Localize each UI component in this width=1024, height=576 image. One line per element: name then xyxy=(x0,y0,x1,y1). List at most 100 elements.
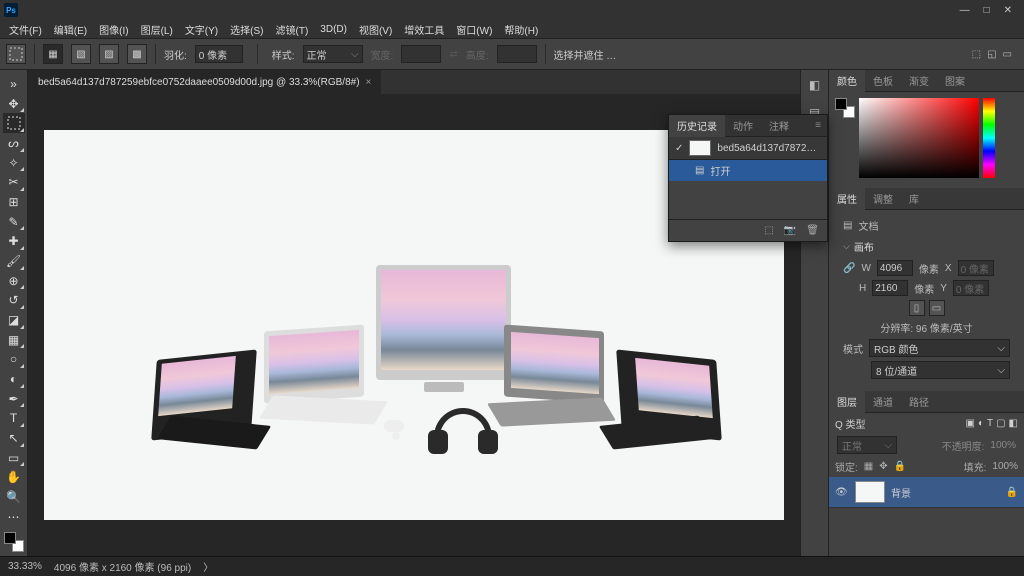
resolution-label: 分辨率: 96 像素/英寸 xyxy=(880,320,972,335)
tab-channels[interactable]: 通道 xyxy=(865,391,901,413)
marquee-tool[interactable] xyxy=(3,113,25,133)
menu-select[interactable]: 选择(S) xyxy=(225,22,268,37)
filter-smart-icon[interactable]: ◧ xyxy=(1009,418,1018,429)
lasso-tool[interactable]: ᔕ xyxy=(3,133,25,153)
hand-tool[interactable]: ✋ xyxy=(3,467,25,487)
x-label: X xyxy=(945,263,952,274)
document-tab[interactable]: bed5a64d137d787259ebfce0752daaee0509d00d… xyxy=(28,70,381,94)
menu-view[interactable]: 视图(V) xyxy=(354,22,397,37)
tab-libraries[interactable]: 库 xyxy=(901,188,927,210)
panel-menu-icon[interactable]: ≡ xyxy=(809,120,827,131)
hue-strip[interactable] xyxy=(983,98,995,178)
eyedropper-tool[interactable]: ✎ xyxy=(3,212,25,232)
layer-row[interactable]: 👁 背景 🔒 xyxy=(829,477,1024,508)
history-source[interactable]: ✓ bed5a64d137d787259ebfce07... xyxy=(669,137,827,160)
brush-tool[interactable]: 🖌 xyxy=(3,251,25,271)
wand-tool[interactable]: ✧ xyxy=(3,153,25,173)
lock-position-icon[interactable]: ✥ xyxy=(879,461,887,472)
workspace-icon[interactable]: ▭ xyxy=(1003,49,1012,60)
delete-state-icon[interactable]: 🗑 xyxy=(806,225,819,236)
frame-tool[interactable]: ⊞ xyxy=(3,192,25,212)
lock-pixels-icon[interactable]: ▦ xyxy=(864,461,873,472)
history-panel[interactable]: 历史记录 动作 注释 ≡ ✓ bed5a64d137d787259ebfce07… xyxy=(668,114,828,242)
shape-tool[interactable]: ▭ xyxy=(3,448,25,468)
select-mask-button[interactable]: 选择并遮住 … xyxy=(554,47,617,62)
type-tool[interactable]: T xyxy=(3,408,25,428)
pen-tool[interactable]: ✒ xyxy=(3,389,25,409)
height-value[interactable] xyxy=(872,280,908,296)
dodge-tool[interactable]: ◐ xyxy=(3,369,25,389)
tab-gradients[interactable]: 渐变 xyxy=(901,70,937,92)
filter-adjust-icon[interactable]: ◐ xyxy=(978,418,984,429)
menu-window[interactable]: 窗口(W) xyxy=(451,22,497,37)
share-icon[interactable]: ◱ xyxy=(987,49,996,60)
subtract-selection-icon[interactable]: ▨ xyxy=(99,44,119,64)
history-step[interactable]: ▤ 打开 xyxy=(669,160,827,181)
search-icon[interactable]: ⬚ xyxy=(972,49,981,60)
crop-tool[interactable]: ✂ xyxy=(3,172,25,192)
tab-properties[interactable]: 属性 xyxy=(829,188,865,210)
menu-edit[interactable]: 编辑(E) xyxy=(49,22,92,37)
menu-help[interactable]: 帮助(H) xyxy=(499,22,543,37)
stamp-tool[interactable]: ⊕ xyxy=(3,271,25,291)
collapsed-panel-icon-1[interactable]: ◧ xyxy=(806,76,824,94)
color-picker[interactable] xyxy=(829,92,1024,184)
tab-color[interactable]: 颜色 xyxy=(829,70,865,92)
mode-dropdown[interactable]: RGB 颜色⌵ xyxy=(869,339,1010,357)
style-dropdown[interactable]: 正常⌵ xyxy=(303,45,363,63)
tab-paths[interactable]: 路径 xyxy=(901,391,937,413)
color-swatches[interactable] xyxy=(4,532,24,552)
opacity-label: 不透明度: xyxy=(942,438,985,453)
width-value[interactable] xyxy=(877,260,913,276)
layer-name[interactable]: 背景 xyxy=(891,485,911,500)
link-icon[interactable]: 🔗 xyxy=(843,263,855,274)
tab-notes[interactable]: 注释 xyxy=(761,115,797,137)
gradient-tool[interactable]: ▦ xyxy=(3,330,25,350)
zoom-level[interactable]: 33.33% xyxy=(8,561,42,572)
tab-actions[interactable]: 动作 xyxy=(725,115,761,137)
tab-patterns[interactable]: 图案 xyxy=(937,70,973,92)
menu-3d[interactable]: 3D(D) xyxy=(315,24,352,35)
menu-image[interactable]: 图像(I) xyxy=(94,22,133,37)
visibility-icon[interactable]: 👁 xyxy=(835,487,849,498)
tab-adjustments[interactable]: 调整 xyxy=(865,188,901,210)
snapshot-icon[interactable]: 📷 xyxy=(784,225,796,236)
landscape-icon[interactable]: ▭ xyxy=(929,300,945,316)
eraser-tool[interactable]: ◪ xyxy=(3,310,25,330)
tab-history[interactable]: 历史记录 xyxy=(669,115,725,137)
filter-pixel-icon[interactable]: ▣ xyxy=(965,418,974,429)
move-tool[interactable]: ✥ xyxy=(3,94,25,114)
zoom-tool[interactable]: 🔍 xyxy=(3,487,25,507)
color-field[interactable] xyxy=(859,98,979,178)
minimize-icon[interactable]: — xyxy=(960,5,970,16)
depth-dropdown[interactable]: 8 位/通道⌵ xyxy=(871,361,1010,379)
portrait-icon[interactable]: ▯ xyxy=(909,300,925,316)
menu-file[interactable]: 文件(F) xyxy=(4,22,47,37)
feather-input[interactable] xyxy=(195,45,243,63)
lock-all-icon[interactable]: 🔒 xyxy=(894,461,906,472)
canvas-section[interactable]: 画布 xyxy=(835,235,1018,258)
tab-swatches[interactable]: 色板 xyxy=(865,70,901,92)
tool-preset-icon[interactable] xyxy=(6,44,26,64)
intersect-selection-icon[interactable]: ▩ xyxy=(127,44,147,64)
status-chevron-icon[interactable]: 〉 xyxy=(203,559,213,574)
filter-type-icon[interactable]: T xyxy=(987,418,993,429)
close-tab-icon[interactable]: × xyxy=(366,77,372,88)
menu-filter[interactable]: 滤镜(T) xyxy=(271,22,314,37)
menu-layer[interactable]: 图层(L) xyxy=(136,22,178,37)
filter-shape-icon[interactable]: ▢ xyxy=(996,418,1005,429)
add-selection-icon[interactable]: ▧ xyxy=(71,44,91,64)
collapse-toolbox-icon[interactable]: » xyxy=(3,74,25,94)
tab-layers[interactable]: 图层 xyxy=(829,391,865,413)
menu-type[interactable]: 文字(Y) xyxy=(180,22,223,37)
maximize-icon[interactable]: □ xyxy=(984,5,990,16)
edit-toolbar-icon[interactable]: ⋯ xyxy=(3,507,25,527)
blur-tool[interactable]: ○ xyxy=(3,349,25,369)
history-brush-tool[interactable]: ↺ xyxy=(3,290,25,310)
heal-tool[interactable]: ✚ xyxy=(3,231,25,251)
menu-plugins[interactable]: 增效工具 xyxy=(399,22,449,37)
close-icon[interactable]: ✕ xyxy=(1004,5,1012,16)
new-selection-icon[interactable]: ▦ xyxy=(43,44,63,64)
path-select-tool[interactable]: ↖ xyxy=(3,428,25,448)
new-doc-from-state-icon[interactable]: ⬚ xyxy=(764,225,773,236)
